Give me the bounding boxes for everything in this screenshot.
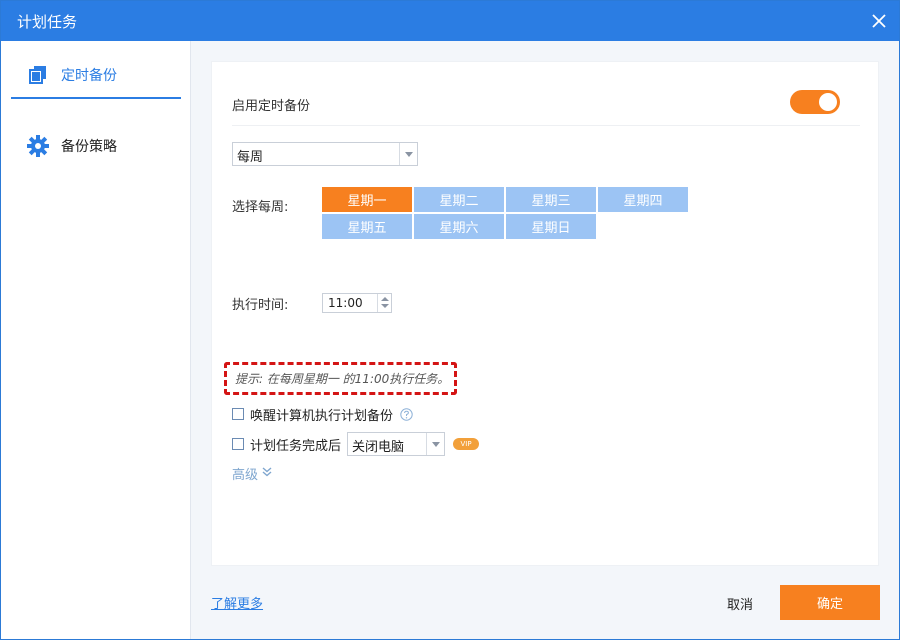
advanced-toggle[interactable]: 高级 [232,464,272,483]
week-label: 选择每周: [232,200,289,215]
title-bar: 计划任务 [1,1,899,41]
toggle-knob [819,93,837,111]
spin-up-icon[interactable] [381,297,389,301]
advanced-label: 高级 [232,468,259,483]
hint-box: 提示: 在每周星期一 的11:00执行任务。 [224,362,457,395]
enable-row: 启用定时备份 [232,90,860,126]
window-title: 计划任务 [17,13,78,31]
day-button-mon[interactable]: 星期一 [322,187,412,212]
wake-label: 唤醒计算机执行计划备份 [250,408,394,424]
chevron-down-icon[interactable] [399,143,417,165]
learn-more-link[interactable]: 了解更多 [211,593,263,612]
gear-icon [27,135,49,157]
day-button-thu[interactable]: 星期四 [598,187,688,212]
spin-down-icon[interactable] [381,304,389,308]
day-button-sun[interactable]: 星期日 [506,214,596,239]
hint-text: 提示: 在每周星期一 的11:00执行任务。 [235,372,450,386]
help-icon[interactable] [399,407,413,421]
after-task-option: 计划任务完成后 关闭电脑 VIP [232,432,480,456]
settings-panel: 启用定时备份 每周 选择每周: 星期一 星期二 星期三 星期四 星期五 星期六 … [211,61,879,566]
sidebar-item-label: 备份策略 [61,139,117,155]
after-task-value: 关闭电脑 [352,440,405,455]
frequency-select[interactable]: 每周 [232,142,418,166]
enable-label: 启用定时备份 [232,99,311,114]
ok-button[interactable]: 确定 [780,585,880,620]
cancel-button[interactable]: 取消 [701,586,779,620]
after-task-checkbox[interactable] [232,438,244,450]
enable-toggle[interactable] [790,90,840,114]
time-value: 11:00 [328,296,363,310]
dialog-window: 计划任务 定时备份 备份策略 启用定时备份 每周 选择每周: 星期一 星期二 星… [0,0,900,640]
time-label: 执行时间: [232,298,289,313]
frequency-value: 每周 [237,150,264,165]
time-spinner[interactable] [377,294,391,312]
time-input[interactable]: 11:00 [322,293,392,313]
sidebar-item-scheduled-backup[interactable]: 定时备份 [11,53,181,99]
sidebar: 定时备份 备份策略 [1,41,191,639]
wake-checkbox[interactable] [232,408,244,420]
copy-icon [27,64,49,86]
day-button-fri[interactable]: 星期五 [322,214,412,239]
after-task-label: 计划任务完成后 [250,438,342,454]
vip-badge: VIP [453,438,480,450]
chevron-down-icon[interactable] [426,433,444,455]
day-button-tue[interactable]: 星期二 [414,187,504,212]
after-task-select[interactable]: 关闭电脑 [347,432,446,456]
sidebar-item-label: 定时备份 [61,68,117,84]
sidebar-item-backup-strategy[interactable]: 备份策略 [11,123,181,169]
double-chevron-down-icon [262,466,272,481]
wake-option: 唤醒计算机执行计划备份 [232,404,413,424]
day-button-sat[interactable]: 星期六 [414,214,504,239]
close-icon[interactable] [867,9,891,33]
day-button-wed[interactable]: 星期三 [506,187,596,212]
